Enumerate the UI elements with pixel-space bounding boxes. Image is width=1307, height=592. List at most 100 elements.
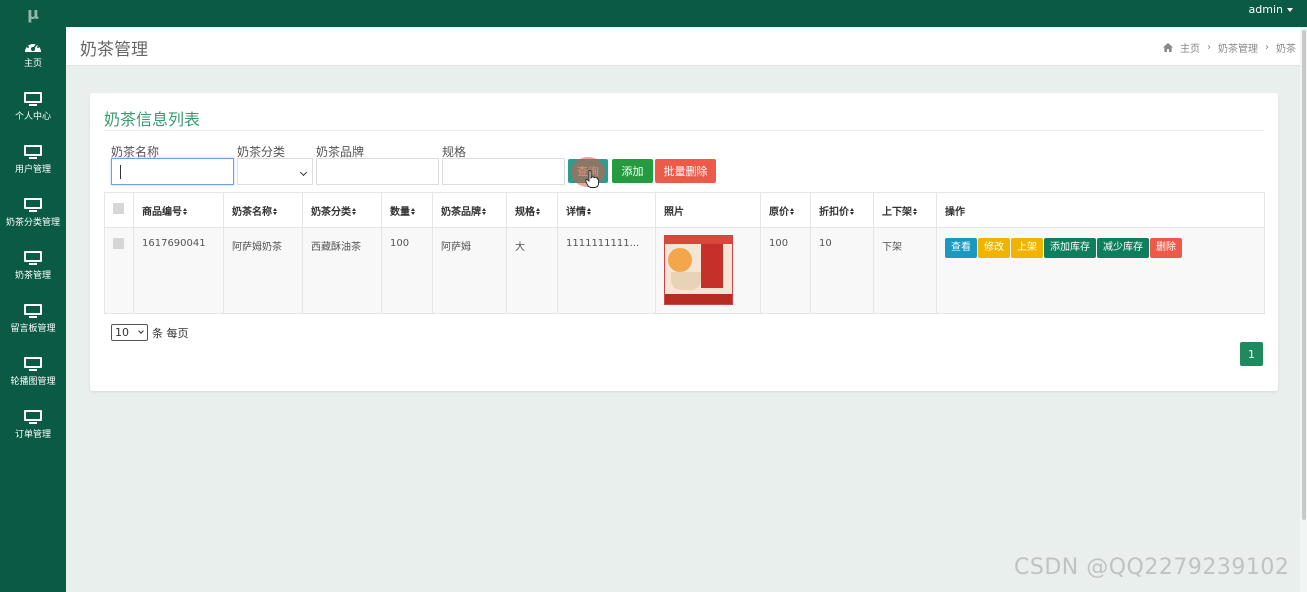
cell-name: 阿萨姆奶茶: [223, 227, 303, 314]
sidebar-item-home[interactable]: 主页: [0, 27, 66, 80]
monitor-icon: [24, 91, 42, 106]
filter-name-input[interactable]: [111, 158, 234, 185]
sort-icon: [913, 207, 918, 216]
cell-detail: 1111111111...: [557, 227, 656, 314]
card-title: 奶茶信息列表: [104, 110, 201, 129]
cell-original-price: 100: [760, 227, 811, 314]
column-header-status[interactable]: 上下架: [873, 192, 937, 228]
table-header-row: 商品编号 奶茶名称 奶茶分类 数量 奶茶品牌 规格 详情 照片 原价 折扣价 上…: [104, 192, 1265, 228]
sidebar-item-tea[interactable]: 奶茶管理: [0, 239, 66, 292]
filter-brand-input[interactable]: [316, 158, 439, 185]
filter-category-select[interactable]: [237, 158, 313, 185]
add-button[interactable]: 添加: [612, 159, 653, 183]
sidebar-item-orders[interactable]: 订单管理: [0, 398, 66, 451]
edit-button[interactable]: 修改: [978, 238, 1010, 258]
row-checkbox[interactable]: [113, 238, 124, 249]
user-name: admin: [1248, 3, 1283, 16]
column-header-name[interactable]: 奶茶名称: [223, 192, 303, 228]
sidebar-item-label: 个人中心: [14, 111, 51, 122]
caret-down-icon: [1287, 7, 1293, 12]
breadcrumb-home[interactable]: 主页: [1180, 40, 1200, 55]
sidebar-item-label: 奶茶管理: [14, 270, 51, 281]
sidebar-item-label: 奶茶分类管理: [5, 217, 60, 228]
breadcrumb-current: 奶茶: [1276, 44, 1296, 55]
sidebar-item-tea-category[interactable]: 奶茶分类管理: [0, 186, 66, 239]
sidebar-item-messages[interactable]: 留言板管理: [0, 292, 66, 345]
breadcrumb-separator: ›: [1265, 42, 1269, 53]
divider: [104, 130, 1264, 131]
column-header-detail[interactable]: 详情: [557, 192, 656, 228]
cell-photo: [655, 227, 761, 314]
app-logo: μ: [27, 4, 39, 23]
product-photo[interactable]: [664, 235, 733, 305]
cell-status: 下架: [873, 227, 937, 314]
column-header-original-price[interactable]: 原价: [760, 192, 811, 228]
sort-icon: [536, 207, 541, 216]
table-row: 1617690041 阿萨姆奶茶 西藏酥油茶 100 阿萨姆 大 1111111…: [104, 227, 1265, 314]
page-header: 奶茶管理 主页 › 奶茶管理 › 奶茶: [66, 27, 1300, 66]
sort-icon: [183, 207, 188, 216]
delete-button[interactable]: 删除: [1150, 238, 1182, 258]
page-scrollbar-thumb[interactable]: [1302, 30, 1306, 520]
cell-category: 西藏酥油茶: [302, 227, 382, 314]
monitor-icon: [24, 250, 42, 265]
monitor-icon: [24, 409, 42, 424]
column-header-id[interactable]: 商品编号: [133, 192, 224, 228]
sidebar-item-label: 留言板管理: [10, 323, 56, 334]
watermark: CSDN @QQ2279239102: [1014, 555, 1290, 580]
cell-discount-price: 10: [810, 227, 874, 314]
sort-icon: [482, 207, 487, 216]
monitor-icon: [24, 144, 42, 159]
sort-icon: [850, 207, 855, 216]
row-select-cell[interactable]: [104, 227, 134, 314]
sidebar-item-carousel[interactable]: 轮播图管理: [0, 345, 66, 398]
dashboard-icon: [25, 41, 41, 52]
chevron-down-icon: [299, 168, 308, 177]
batch-delete-button[interactable]: 批量删除: [655, 159, 716, 183]
monitor-icon: [24, 303, 42, 318]
cell-brand: 阿萨姆: [432, 227, 507, 314]
pagination-page-1[interactable]: 1: [1240, 342, 1263, 366]
view-button[interactable]: 查看: [945, 238, 977, 258]
sort-icon: [587, 207, 592, 216]
monitor-icon: [24, 356, 42, 371]
page-size-select[interactable]: 10: [111, 324, 148, 341]
select-all-cell[interactable]: [104, 192, 134, 228]
sort-icon: [411, 207, 416, 216]
page-title: 奶茶管理: [80, 40, 148, 60]
column-header-spec[interactable]: 规格: [506, 192, 558, 228]
top-bar: μ admin: [0, 0, 1307, 27]
reduce-stock-button[interactable]: 减少库存: [1097, 238, 1149, 258]
page-size-suffix: 条 每页: [152, 326, 189, 340]
hand-pointer-icon: [585, 170, 599, 188]
column-header-photo: 照片: [655, 192, 761, 228]
sidebar-item-profile[interactable]: 个人中心: [0, 80, 66, 133]
breadcrumb: 主页 › 奶茶管理 › 奶茶: [1163, 40, 1296, 55]
column-header-quantity[interactable]: 数量: [381, 192, 433, 228]
sidebar-item-label: 主页: [23, 58, 42, 69]
sidebar-item-users[interactable]: 用户管理: [0, 133, 66, 186]
column-header-discount-price[interactable]: 折扣价: [810, 192, 874, 228]
chevron-down-icon: [138, 328, 144, 334]
sidebar: 主页 个人中心 用户管理 奶茶分类管理 奶茶管理 留言板管理 轮播图管理 订单管…: [0, 27, 66, 592]
put-on-shelf-button[interactable]: 上架: [1011, 238, 1043, 258]
sidebar-item-label: 订单管理: [14, 429, 51, 440]
cell-actions: 查看 修改 上架 添加库存 减少库存 删除: [936, 227, 1265, 314]
column-header-brand[interactable]: 奶茶品牌: [432, 192, 507, 228]
user-menu[interactable]: admin: [1249, 3, 1293, 16]
filter-spec-input[interactable]: [442, 158, 565, 185]
text-cursor: [120, 165, 121, 179]
sidebar-item-label: 轮播图管理: [10, 376, 56, 387]
sort-icon: [273, 207, 278, 216]
breadcrumb-tea-management[interactable]: 奶茶管理: [1218, 40, 1258, 55]
cell-spec: 大: [506, 227, 558, 314]
cell-quantity: 100: [381, 227, 433, 314]
add-stock-button[interactable]: 添加库存: [1044, 238, 1096, 258]
monitor-icon: [24, 197, 42, 212]
sidebar-item-label: 用户管理: [14, 164, 51, 175]
tea-table: 商品编号 奶茶名称 奶茶分类 数量 奶茶品牌 规格 详情 照片 原价 折扣价 上…: [104, 192, 1265, 314]
tea-list-card: 奶茶信息列表 奶茶名称 奶茶分类 奶茶品牌 规格 查询 添加 批量删除 商品编号: [90, 93, 1278, 391]
select-all-checkbox[interactable]: [113, 203, 124, 214]
column-header-category[interactable]: 奶茶分类: [302, 192, 382, 228]
home-icon: [1163, 43, 1173, 52]
